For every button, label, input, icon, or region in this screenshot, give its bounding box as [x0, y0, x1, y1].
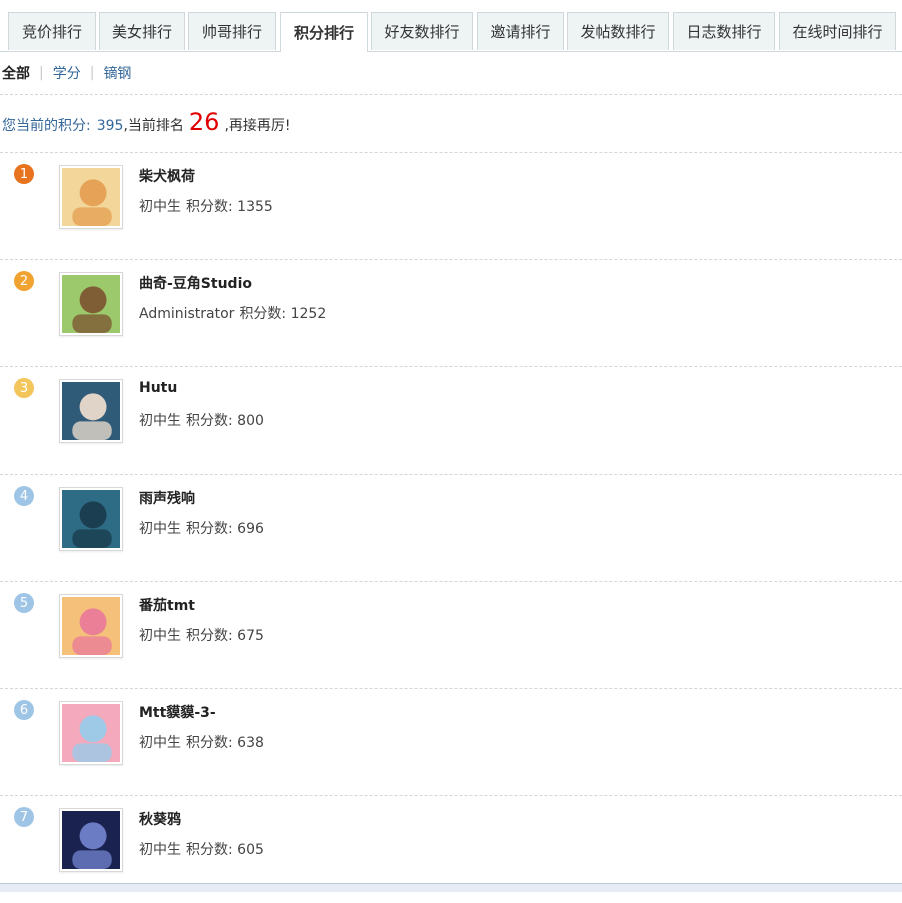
user-name-link[interactable]: 雨声残响 [139, 488, 195, 508]
tab-online-time-ranking[interactable]: 在线时间排行 [779, 12, 896, 50]
score-value: 800 [237, 413, 264, 429]
tab-friends-ranking[interactable]: 好友数排行 [371, 12, 473, 50]
my-score-summary: 您当前的积分: 395 ,当前排名 26 ,再接再厉! [2, 108, 291, 136]
score-label: 积分数: [186, 199, 233, 215]
score-label: 积分数: [186, 842, 233, 858]
rank-badge: 1 [14, 164, 34, 184]
user-meta: 初中生 积分数: 1355 [139, 196, 273, 216]
rank-badge: 6 [14, 700, 34, 720]
tab-blog-ranking[interactable]: 日志数排行 [673, 12, 775, 50]
night-avatar-icon [62, 811, 120, 869]
ranking-row: 2 曲奇-豆角Studio Administrator 积分数: 1252 [0, 260, 902, 367]
score-label: 积分数: [186, 735, 233, 751]
user-group: 初中生 [139, 521, 181, 537]
user-name-link[interactable]: 番茄tmt [139, 595, 195, 615]
anime-girl-avatar-icon [62, 382, 120, 440]
score-value: 605 [237, 842, 264, 858]
my-rank-value: 26 [188, 108, 220, 136]
filter-credits[interactable]: 学分 [53, 63, 81, 83]
ranking-tabs: 竞价排行 美女排行 帅哥排行 积分排行 好友数排行 邀请排行 发帖数排行 日志数… [0, 0, 902, 52]
ranking-row: 3 Hutu 初中生 积分数: 800 [0, 367, 902, 474]
score-label: 积分数: [186, 521, 233, 537]
rank-badge: 3 [14, 378, 34, 398]
user-name-link[interactable]: 曲奇-豆角Studio [139, 273, 252, 293]
user-avatar[interactable] [59, 272, 123, 336]
user-name-link[interactable]: Mtt貘貘-3- [139, 702, 216, 722]
score-label: 积分数: [186, 628, 233, 644]
score-value: 1355 [237, 199, 273, 215]
user-avatar[interactable] [59, 594, 123, 658]
filter-all[interactable]: 全部 [2, 63, 30, 83]
tab-handsome-ranking[interactable]: 帅哥排行 [188, 12, 276, 50]
tab-beauty-ranking[interactable]: 美女排行 [99, 12, 185, 50]
cookie-avatar-icon [62, 275, 120, 333]
filter-dysprosium-steel[interactable]: 镝钢 [103, 63, 131, 83]
user-name-link[interactable]: Hutu [139, 380, 177, 396]
tab-bid-ranking[interactable]: 竞价排行 [8, 12, 96, 50]
encouragement-text: ,再接再厉! [224, 118, 291, 134]
score-value: 675 [237, 628, 264, 644]
score-label: 积分数: [186, 413, 233, 429]
fox-avatar-icon [62, 168, 120, 226]
rank-badge: 4 [14, 486, 34, 506]
user-avatar[interactable] [59, 379, 123, 443]
user-name-link[interactable]: 柴犬枫荷 [139, 166, 195, 186]
user-avatar[interactable] [59, 487, 123, 551]
user-meta: 初中生 积分数: 800 [139, 410, 264, 430]
user-group: 初中生 [139, 842, 181, 858]
tab-invite-ranking[interactable]: 邀请排行 [477, 12, 564, 50]
score-value: 638 [237, 735, 264, 751]
rank-badge: 7 [14, 807, 34, 827]
user-name-link[interactable]: 秋葵鸦 [139, 809, 181, 829]
filter-divider: | [39, 65, 44, 81]
rank-badge: 5 [14, 593, 34, 613]
divider [0, 94, 902, 95]
filter-divider: | [89, 65, 95, 81]
ranking-row: 6 Mtt貘貘-3- 初中生 积分数: 638 [0, 689, 902, 796]
ranking-row: 4 雨声残响初中生 积分数: 696 [0, 475, 902, 582]
user-meta: 初中生 积分数: 638 [139, 732, 264, 752]
user-group: 初中生 [139, 199, 181, 215]
pink-hair-avatar-icon [62, 597, 120, 655]
score-value: 1252 [290, 306, 327, 322]
my-score-value: 395 [96, 118, 124, 134]
ranking-row: 1 柴犬枫荷初中生 积分数: 1355 [0, 153, 902, 260]
tab-points-ranking[interactable]: 积分排行 [280, 12, 368, 52]
silhouette-avatar-icon [62, 490, 120, 548]
user-meta: 初中生 积分数: 675 [139, 625, 264, 645]
user-group: 初中生 [139, 413, 181, 429]
ranking-row: 5 番茄tmt 初中生 积分数: 675 [0, 582, 902, 689]
user-avatar[interactable] [59, 808, 123, 872]
user-meta: Administrator 积分数: 1252 [139, 303, 326, 323]
score-label: 积分数: [239, 306, 287, 322]
point-type-filter: 全部 | 学分 | 镝钢 [2, 63, 131, 83]
user-meta: 初中生 积分数: 605 [139, 839, 264, 859]
my-score-label: 您当前的积分: [2, 118, 91, 134]
user-group: 初中生 [139, 628, 181, 644]
cat-girl-avatar-icon [62, 704, 120, 762]
user-group: Administrator [139, 306, 235, 322]
rank-badge: 2 [14, 271, 34, 291]
my-rank-label: ,当前排名 [123, 118, 184, 134]
tab-posts-ranking[interactable]: 发帖数排行 [567, 12, 669, 50]
user-group: 初中生 [139, 735, 181, 751]
user-meta: 初中生 积分数: 696 [139, 518, 264, 538]
score-value: 696 [237, 521, 264, 537]
user-avatar[interactable] [59, 701, 123, 765]
user-avatar[interactable] [59, 165, 123, 229]
